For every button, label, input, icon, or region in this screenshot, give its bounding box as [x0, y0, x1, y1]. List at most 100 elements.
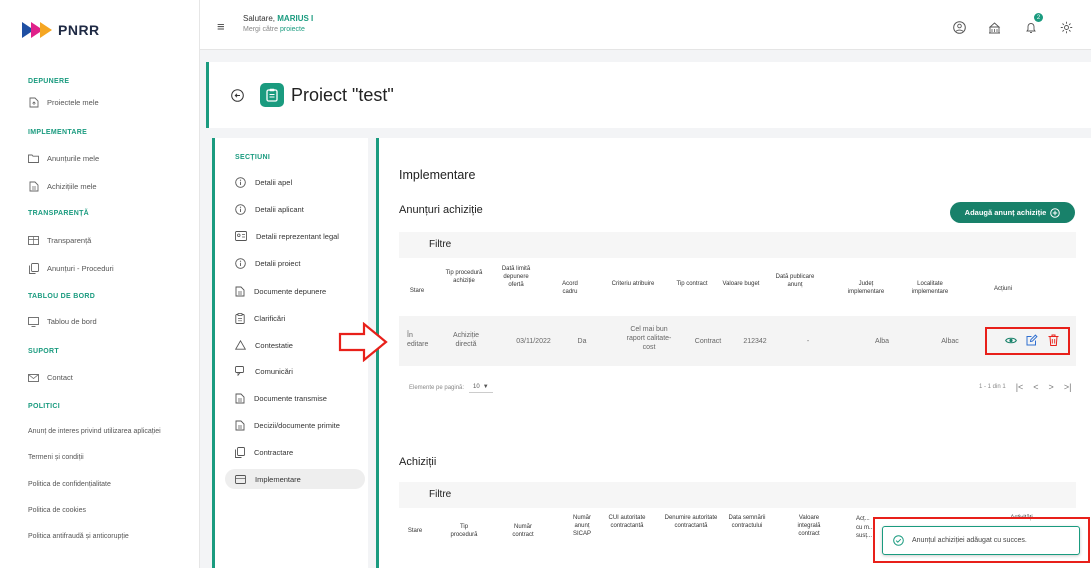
annotation-highlight-actions: [985, 327, 1070, 355]
plus-circle-icon: [1050, 207, 1061, 218]
achizitii-filter-bar[interactable]: Filtre: [399, 482, 1076, 508]
section-item-documente-depunere[interactable]: Documente depunere: [225, 281, 365, 301]
annotation-arrow: [338, 322, 388, 362]
clipboard-icon: [260, 83, 284, 107]
chat-icon: [235, 366, 246, 376]
section-item-detalii-proiect[interactable]: Detalii proiect: [225, 253, 365, 273]
sidebar-item-achizitii[interactable]: Achizițiile mele: [28, 181, 97, 192]
politici-link-termeni[interactable]: Termeni și condiții: [28, 454, 84, 461]
pagination-range: 1 - 1 din 1: [979, 384, 1006, 390]
sidebar: PNRR DEPUNERE Proiectele mele IMPLEMENTA…: [0, 0, 200, 568]
section-item-label: Decizii/documente primite: [254, 420, 340, 430]
logo-text: PNRR: [58, 22, 100, 38]
sidebar-item-tablou[interactable]: Tablou de bord: [28, 316, 97, 327]
organization-icon[interactable]: [985, 18, 1003, 36]
section-item-documente-transmise[interactable]: Documente transmise: [225, 388, 365, 408]
column-header[interactable]: Tip contract: [675, 281, 709, 289]
column-header[interactable]: Stare: [403, 288, 431, 296]
info-icon: [235, 176, 246, 188]
politici-link-cookies[interactable]: Politica de cookies: [28, 507, 86, 514]
cell-localitate: Albac: [941, 338, 959, 345]
document-icon: [235, 393, 245, 404]
section-item-label: Clarificări: [254, 313, 286, 323]
section-item-label: Comunicări: [255, 366, 293, 376]
id-card-icon: [235, 231, 247, 241]
settings-gear-icon[interactable]: [1057, 18, 1075, 36]
column-header[interactable]: Valoare buget: [721, 281, 761, 289]
achizitii-column-header[interactable]: CUI autoritate contractantă: [605, 515, 649, 531]
column-header[interactable]: Tip procedură achiziție: [441, 270, 487, 286]
document-icon: [235, 286, 245, 297]
politici-link-confidentialitate[interactable]: Politica de confidențialitate: [28, 481, 111, 488]
column-header[interactable]: Criteriu atribuire: [611, 281, 655, 289]
per-page-control: Elemente pe pagină: 10 ▼: [409, 382, 493, 393]
column-header[interactable]: Acord cadru: [555, 281, 585, 297]
goto-link[interactable]: proiecte: [280, 26, 305, 33]
sidebar-item-anunturi-proceduri[interactable]: Anunțuri - Proceduri: [28, 263, 114, 274]
achizitii-column-header[interactable]: Denumire autoritate contractantă: [661, 515, 721, 531]
section-item-label: Detalii aplicant: [255, 204, 304, 214]
table-row[interactable]: În editare Achiziție directă 03/11/2022 …: [399, 316, 1076, 366]
user-circle-icon[interactable]: [950, 18, 968, 36]
filter-label: Filtre: [429, 239, 452, 250]
sections-title: SECȚIUNI: [235, 154, 271, 161]
filter-bar[interactable]: Filtre: [399, 232, 1076, 258]
column-header[interactable]: Dată publicare anunț: [775, 274, 815, 290]
cell-acord-cadru: Da: [577, 338, 587, 345]
sidebar-item-label: Achizițiile mele: [47, 182, 97, 191]
politici-link-anunt-interes[interactable]: Anunț de interes privind utilizarea apli…: [28, 428, 161, 435]
menu-icon[interactable]: ≡: [217, 19, 225, 34]
section-item-detalii-aplicant[interactable]: Detalii aplicant: [225, 199, 365, 219]
pnrr-logo-icon: [22, 22, 52, 38]
warning-triangle-icon: [235, 340, 246, 350]
pnrr-logo[interactable]: PNRR: [22, 22, 100, 38]
clipboard-icon: [235, 312, 245, 324]
section-item-label: Documente depunere: [254, 286, 327, 296]
document-icon: [28, 181, 39, 192]
cell-data-limita: 03/11/2022: [516, 338, 551, 345]
section-item-detalii-apel[interactable]: Detalii apel: [225, 172, 365, 192]
sidebar-item-transparenta[interactable]: Transparență: [28, 235, 91, 246]
monitor-icon: [28, 316, 39, 327]
section-item-decizii-documente-primite[interactable]: Decizii/documente primite: [225, 415, 365, 435]
sidebar-section-politici: POLITICI: [28, 403, 60, 410]
project-title: Proiect "test": [291, 85, 394, 105]
sidebar-item-anunturi[interactable]: Anunțurile mele: [28, 153, 99, 164]
back-arrow-icon[interactable]: [231, 89, 244, 102]
section-item-detalii-reprezentant-legal[interactable]: Detalii reprezentant legal: [225, 226, 365, 246]
sidebar-item-label: Tablou de bord: [47, 317, 97, 326]
last-page-icon[interactable]: >|: [1064, 382, 1072, 392]
add-anunt-achizitie-button[interactable]: Adaugă anunț achiziție: [950, 202, 1075, 223]
achizitii-column-header[interactable]: Valoare integrală contract: [787, 515, 831, 538]
bell-icon[interactable]: 2: [1022, 13, 1043, 36]
section-item-implementare[interactable]: Implementare: [225, 469, 365, 489]
sidebar-item-label: Transparență: [47, 236, 92, 245]
sidebar-item-proiecte[interactable]: Proiectele mele: [28, 97, 99, 108]
column-header[interactable]: Județ implementare: [841, 281, 891, 297]
column-header[interactable]: Acțiuni: [983, 286, 1023, 294]
achizitii-column-header[interactable]: Număr anunț SICAP: [567, 515, 597, 538]
achizitii-column-header[interactable]: Tip procedură: [447, 524, 481, 540]
first-page-icon[interactable]: |<: [1016, 382, 1024, 392]
greeting-prefix: Salutare,: [243, 14, 278, 23]
column-header[interactable]: Dată limită depunere ofertă: [497, 266, 535, 289]
main-panel: Implementare Anunțuri achiziție Adaugă a…: [376, 138, 1091, 568]
next-page-icon[interactable]: >: [1049, 382, 1054, 392]
section-item-contractare[interactable]: Contractare: [225, 442, 365, 462]
goto-hint: Mergi către proiecte: [243, 26, 305, 33]
sidebar-item-contact[interactable]: Contact: [28, 372, 73, 383]
copy-icon: [235, 446, 245, 458]
section-item-label: Implementare: [255, 474, 301, 484]
achizitii-column-header[interactable]: Data semnării contractului: [725, 515, 769, 531]
per-page-value: 10: [473, 384, 480, 390]
table-icon: [28, 235, 39, 246]
column-header[interactable]: Localitate implementare: [903, 281, 957, 297]
achizitii-column-header[interactable]: Stare: [403, 528, 427, 536]
cell-valoare: 212342: [743, 338, 767, 345]
politici-link-antifrauda[interactable]: Politica antifraudă și anticorupție: [28, 533, 129, 540]
prev-page-icon[interactable]: <: [1033, 382, 1038, 392]
per-page-select[interactable]: 10 ▼: [469, 382, 493, 393]
achizitii-column-header[interactable]: Număr contract: [503, 524, 543, 540]
section-item-comunicări[interactable]: Comunicări: [225, 361, 365, 381]
section-item-label: Detalii reprezentant legal: [256, 231, 339, 241]
